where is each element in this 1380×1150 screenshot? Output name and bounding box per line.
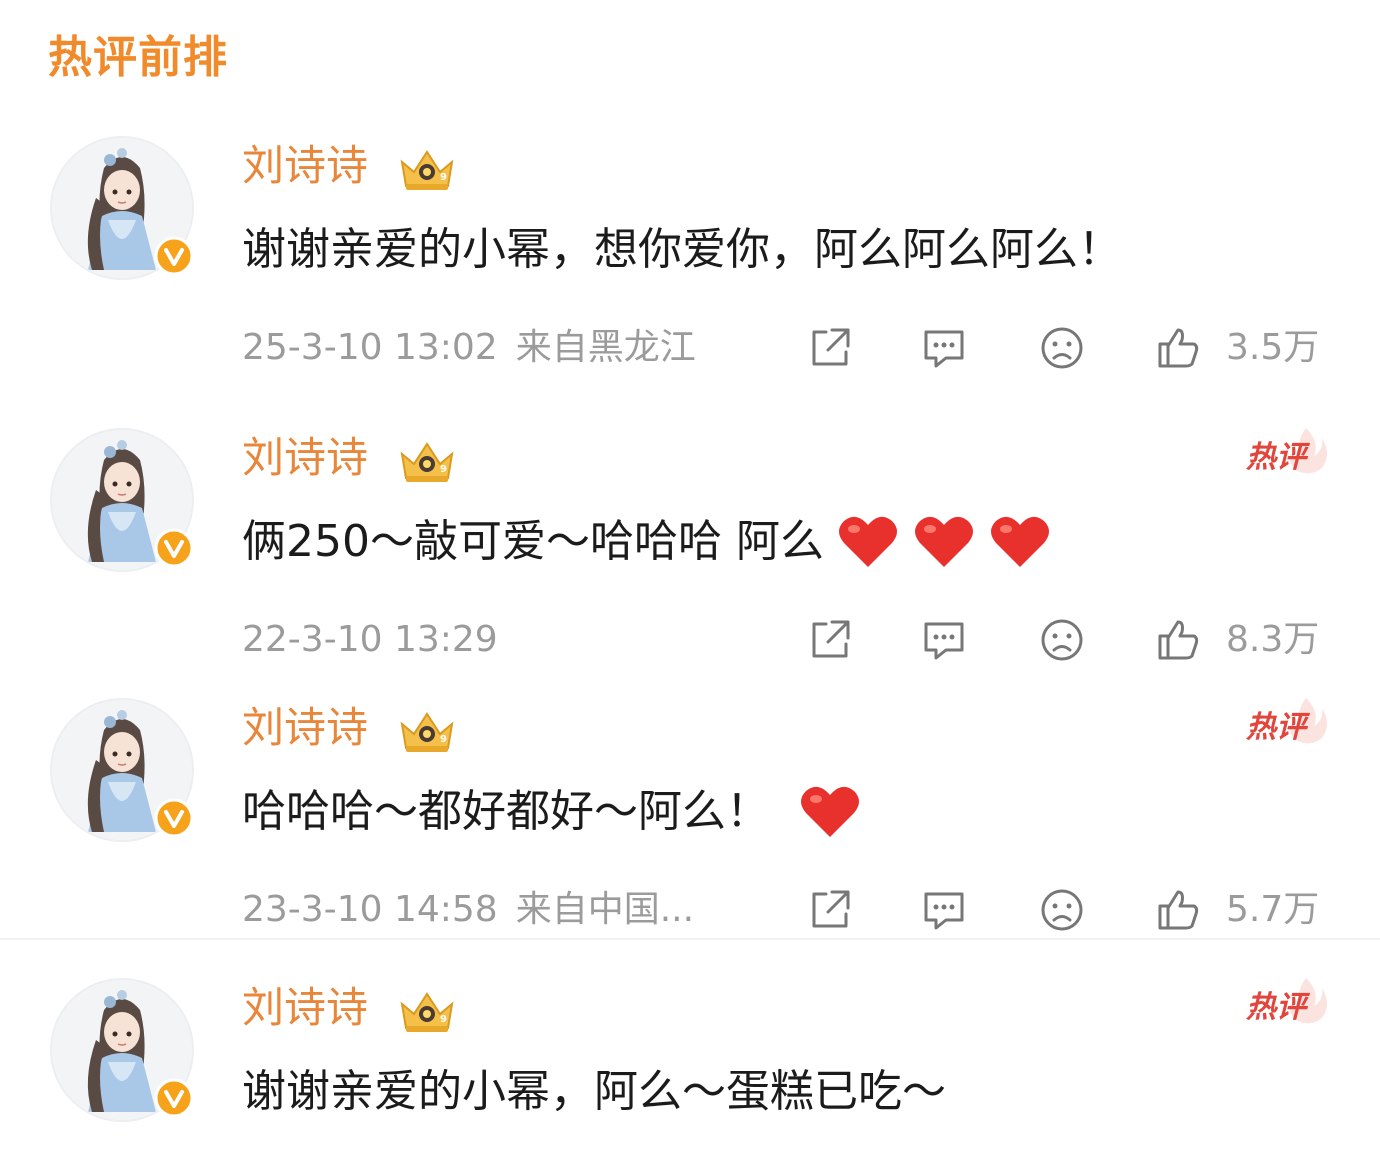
comment-text: 谢谢亲爱的小幂，阿么～蛋糕已吃～ [242,1066,946,1117]
avatar[interactable] [50,978,194,1122]
username[interactable]: 刘诗诗 [242,700,368,756]
hot-label: 热评 [1246,990,1306,1025]
red-heart-emoji [988,513,1052,571]
section-title: 热评前排 [48,32,228,83]
comment-location: 来自黑龙江 [515,327,696,368]
comment-bubble-icon[interactable] [918,614,970,666]
thumbs-up-icon[interactable] [1152,614,1204,666]
hot-comment-badge: 热评 [1244,428,1334,488]
verified-v-icon [154,528,194,568]
vip-crown-icon: 9 [396,988,458,1036]
comment-meta: 25-3-10 13:02 来自黑龙江 [242,324,696,372]
comment-meta: 22-3-10 13:29 [242,616,498,664]
vip-crown-icon: 9 [396,438,458,486]
verified-v-icon [154,798,194,838]
hot-comment-badge: 热评 [1244,698,1334,758]
comment-text-row: 谢谢亲爱的小幂，阿么～蛋糕已吃～ [242,1062,946,1122]
hot-label: 热评 [1246,710,1306,745]
comment-text: 哈哈哈～都好都好～阿么！ [242,786,770,837]
comment-time: 23-3-10 14:58 [242,889,498,930]
hot-comment-badge: 热评 [1244,978,1334,1038]
vip-crown-icon: 9 [396,146,458,194]
avatar[interactable] [50,428,194,572]
svg-text:9: 9 [440,172,447,183]
like-count: 8.3万 [1226,619,1320,660]
red-heart-emoji [836,513,900,571]
comment-bubble-icon[interactable] [918,884,970,936]
comment-time: 25-3-10 13:02 [242,327,498,368]
avatar[interactable] [50,698,194,842]
share-icon[interactable] [804,614,856,666]
username[interactable]: 刘诗诗 [242,980,368,1036]
svg-text:9: 9 [440,1014,447,1025]
sad-face-icon[interactable] [1036,322,1088,374]
thumbs-up-icon[interactable] [1152,884,1204,936]
svg-text:9: 9 [440,464,447,475]
comment-text: 俩250～敲可爱～哈哈哈 阿么 [242,516,824,567]
comment-meta: 23-3-10 14:58 来自中国... [242,886,694,934]
comment-text-row: 谢谢亲爱的小幂，想你爱你，阿么阿么阿么！ [242,220,1122,280]
hot-label: 热评 [1246,440,1306,475]
like-count: 3.5万 [1226,327,1320,368]
comment-text: 谢谢亲爱的小幂，想你爱你，阿么阿么阿么！ [242,224,1122,275]
thumbs-up-icon[interactable] [1152,322,1204,374]
red-heart-emoji [798,783,862,841]
vip-crown-icon: 9 [396,708,458,756]
comment-location: 来自中国... [515,889,695,930]
verified-v-icon [154,236,194,276]
like-count: 5.7万 [1226,889,1320,930]
sad-face-icon[interactable] [1036,614,1088,666]
comment-bubble-icon[interactable] [918,322,970,374]
svg-text:9: 9 [440,734,447,745]
red-heart-emoji [912,513,976,571]
comment-text-row: 俩250～敲可爱～哈哈哈 阿么 [242,512,1052,572]
share-icon[interactable] [804,884,856,936]
avatar[interactable] [50,136,194,280]
comment-text-row: 哈哈哈～都好都好～阿么！ [242,782,862,842]
username[interactable]: 刘诗诗 [242,430,368,486]
share-icon[interactable] [804,322,856,374]
sad-face-icon[interactable] [1036,884,1088,936]
verified-v-icon [154,1078,194,1118]
username[interactable]: 刘诗诗 [242,138,368,194]
section-divider [0,938,1380,940]
comment-time: 22-3-10 13:29 [242,619,498,660]
